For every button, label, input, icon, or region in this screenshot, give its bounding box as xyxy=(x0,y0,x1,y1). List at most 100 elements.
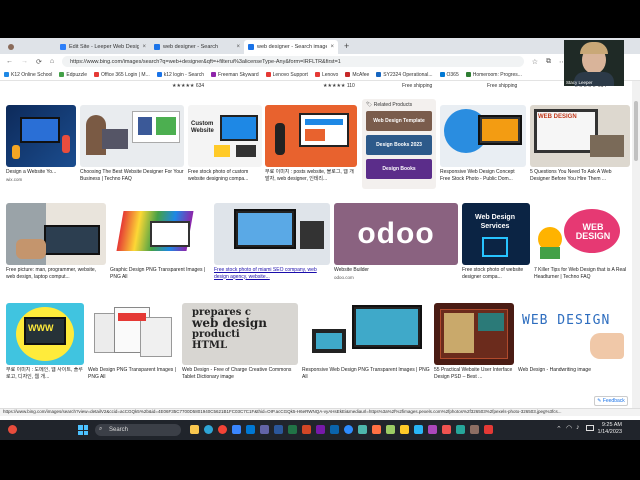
wifi-icon[interactable]: ◠ xyxy=(566,424,572,432)
tab-search[interactable]: web designer - Search × xyxy=(150,40,244,54)
image-caption[interactable]: 무료 이미지 : posts website, 블로그, 웹 개발자, web … xyxy=(265,169,357,183)
bookmark-item[interactable]: SY2324 Operational... xyxy=(376,72,433,78)
product-card[interactable]: Design Books 2023 xyxy=(366,135,432,155)
new-tab-button[interactable]: + xyxy=(344,41,349,51)
image-result[interactable]: Graphic Design PNG Transparent Images | … xyxy=(110,203,210,283)
app-icon[interactable] xyxy=(428,425,437,434)
scrollbar[interactable] xyxy=(632,81,640,416)
image-caption[interactable]: Free stock photo of website designer com… xyxy=(462,267,530,281)
scroll-thumb[interactable] xyxy=(634,101,638,161)
image-caption[interactable]: 7 Killer Tips for Web Design that is A R… xyxy=(534,267,630,281)
bookmark-item[interactable]: Homeroom: Progres... xyxy=(465,72,522,78)
image-caption[interactable]: Free stock photo of custom website desig… xyxy=(188,169,262,183)
image-caption[interactable]: 무료 이미지 : 도메인, 웹 사이트, 플루 로고, 디자인, 웹 개... xyxy=(6,367,84,381)
acrobat-icon[interactable] xyxy=(484,425,493,434)
image-result[interactable]: Responsive Web Design PNG Transparent Im… xyxy=(302,303,430,383)
image-result[interactable]: Web Design Services Free stock photo of … xyxy=(462,203,530,283)
image-result[interactable]: 무료 이미지 : posts website, 블로그, 웹 개발자, web … xyxy=(265,105,357,185)
close-icon[interactable]: × xyxy=(142,44,146,50)
image-result[interactable]: Free picture: man, programmer, website, … xyxy=(6,203,106,283)
teams-icon[interactable] xyxy=(260,425,269,434)
tab-image-search[interactable]: web designer - Search images × xyxy=(244,40,338,54)
bookmark-item[interactable]: O365 xyxy=(439,72,459,78)
url-field[interactable]: https://www.bing.com/images/search?q=web… xyxy=(62,56,524,67)
onenote-icon[interactable] xyxy=(316,425,325,434)
excel-icon[interactable] xyxy=(288,425,297,434)
tab-profile[interactable] xyxy=(4,40,56,54)
image-caption[interactable]: Web Design - Handwriting image xyxy=(518,367,630,374)
app-icon[interactable] xyxy=(372,425,381,434)
home-icon[interactable]: ⌂ xyxy=(50,58,54,65)
zoom-icon[interactable] xyxy=(344,425,353,434)
app-icon[interactable] xyxy=(442,425,451,434)
star-icon[interactable]: ☆ xyxy=(532,58,538,66)
app-icon[interactable] xyxy=(470,425,479,434)
bookmark-item[interactable]: Office 365 Login | M... xyxy=(94,72,150,78)
image-result[interactable]: Responsive Web Design Concept Free Stock… xyxy=(440,105,526,185)
image-result[interactable]: WWW 무료 이미지 : 도메인, 웹 사이트, 플루 로고, 디자인, 웹 개… xyxy=(6,303,84,383)
tray-chevron-icon[interactable]: ⌃ xyxy=(556,425,562,433)
image-caption[interactable]: Web Design PNG Transparent Images | PNG … xyxy=(88,367,178,381)
close-icon[interactable]: × xyxy=(236,44,240,50)
volume-icon[interactable]: ♪ xyxy=(576,424,580,431)
image-result[interactable]: Custom Website Free stock photo of custo… xyxy=(188,105,262,185)
feedback-button[interactable]: ✎ Feedback xyxy=(594,396,628,406)
powerpoint-icon[interactable] xyxy=(302,425,311,434)
word-icon[interactable] xyxy=(274,425,283,434)
image-result[interactable]: WEB DESIGN 5 Questions You Need To Ask A… xyxy=(530,105,630,185)
image-result[interactable]: WEB DESIGN Web Design - Handwriting imag… xyxy=(518,303,630,383)
bookmark-item[interactable]: k12 login - Search xyxy=(156,72,204,78)
store-icon[interactable] xyxy=(232,425,241,434)
image-caption[interactable]: 5 Questions You Need To Ask A Web Design… xyxy=(530,169,630,183)
related-products-panel[interactable]: 🏷 Related Products Web Design Template D… xyxy=(362,99,436,189)
image-result[interactable]: Choosing The Best Website Designer For Y… xyxy=(80,105,184,185)
image-caption[interactable]: Design a Website Yo... xyxy=(6,169,76,176)
weather-icon[interactable] xyxy=(8,425,17,434)
chrome-icon[interactable] xyxy=(218,425,227,434)
outlook-icon[interactable] xyxy=(330,425,339,434)
photos-icon[interactable] xyxy=(358,425,367,434)
close-icon[interactable]: × xyxy=(330,44,334,50)
bookmark-item[interactable]: Freeman Skyward xyxy=(211,72,259,78)
refresh-icon[interactable]: ⟳ xyxy=(36,58,42,66)
bookmark-item[interactable]: Lenovo Support xyxy=(265,72,308,78)
image-result[interactable]: Free stock photo of miami SEO company, w… xyxy=(214,203,330,283)
image-caption[interactable]: Web Design - Free of Charge Creative Com… xyxy=(182,367,298,381)
bookmark-item[interactable]: Lenovo xyxy=(314,72,338,78)
image-caption[interactable]: 55 Practical Website User Interface Desi… xyxy=(434,367,514,381)
image-result[interactable]: Web Design PNG Transparent Images | PNG … xyxy=(88,303,178,383)
file-explorer-icon[interactable] xyxy=(190,425,199,434)
system-clock[interactable]: 9:25 AM 1/14/2023 xyxy=(598,422,622,436)
bookmark-item[interactable]: K12 Online School xyxy=(4,72,52,78)
image-caption[interactable]: Responsive Web Design PNG Transparent Im… xyxy=(302,367,430,381)
image-caption[interactable]: Choosing The Best Website Designer For Y… xyxy=(80,169,184,183)
edge-icon[interactable] xyxy=(204,425,213,434)
bing-icon xyxy=(154,44,160,50)
extensions-icon[interactable]: ⧉ xyxy=(546,58,551,66)
forward-icon[interactable]: → xyxy=(21,58,28,65)
bookmark-item[interactable]: McAfee xyxy=(345,72,369,78)
tab-edit-site[interactable]: Edit Site - Leeper Web Design × xyxy=(56,40,150,54)
image-caption[interactable]: Website Builder xyxy=(334,267,458,274)
back-icon[interactable]: ← xyxy=(6,58,13,65)
product-card[interactable]: Web Design Template xyxy=(366,111,432,131)
image-result[interactable]: Design a Website Yo... wix.com xyxy=(6,105,76,185)
app-icon[interactable] xyxy=(386,425,395,434)
app-icon[interactable] xyxy=(414,425,423,434)
image-result[interactable]: prepares c web design producti HTML Web … xyxy=(182,303,298,383)
product-card[interactable]: Design Books xyxy=(366,159,432,179)
windows-start-icon[interactable] xyxy=(78,425,88,435)
mail-icon[interactable] xyxy=(246,425,255,434)
image-caption[interactable]: Free stock photo of miami SEO company, w… xyxy=(214,267,330,281)
image-caption[interactable]: Responsive Web Design Concept Free Stock… xyxy=(440,169,526,183)
bookmark-item[interactable]: Edpuzzle xyxy=(59,72,87,78)
image-result[interactable]: odoo Website Builder odoo.com xyxy=(334,203,458,283)
image-result[interactable]: WEB DESIGN 7 Killer Tips for Web Design … xyxy=(534,203,630,283)
app-icon[interactable] xyxy=(400,425,409,434)
image-result[interactable]: 55 Practical Website User Interface Desi… xyxy=(434,303,514,383)
image-caption[interactable]: Free picture: man, programmer, website, … xyxy=(6,267,106,281)
taskbar-search[interactable]: ⌕ Search xyxy=(95,424,181,436)
image-caption[interactable]: Graphic Design PNG Transparent Images | … xyxy=(110,267,210,281)
battery-icon[interactable] xyxy=(586,425,594,431)
app-icon[interactable] xyxy=(456,425,465,434)
